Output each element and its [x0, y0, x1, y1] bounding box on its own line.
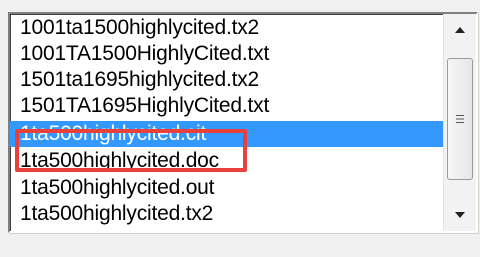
- list-item[interactable]: 1501ta1695highlycited.tx2: [10, 67, 444, 93]
- file-list: 1001ta1500highlycited.tx2 1001TA1500High…: [10, 14, 444, 231]
- scrollbar-thumb[interactable]: [447, 58, 473, 180]
- scroll-down-arrow-icon: [455, 212, 465, 218]
- list-item[interactable]: 1001ta1500highlycited.tx2: [10, 15, 444, 41]
- list-item[interactable]: 1ta500highlycited.out: [10, 175, 444, 201]
- scroll-down-button[interactable]: [446, 201, 474, 229]
- scroll-up-arrow-icon: [455, 27, 465, 33]
- file-listbox[interactable]: 1001ta1500highlycited.tx2 1001TA1500High…: [8, 12, 478, 233]
- scroll-up-button[interactable]: [446, 16, 474, 44]
- list-item[interactable]: 1001TA1500HighlyCited.txt: [10, 41, 444, 67]
- list-item[interactable]: 1ta500highlycited.tx2: [10, 201, 444, 227]
- grip-icon: [456, 115, 464, 123]
- vertical-scrollbar[interactable]: [443, 14, 476, 231]
- list-item[interactable]: 1501TA1695HighlyCited.txt: [10, 93, 444, 119]
- list-item[interactable]: 1ta500highlycited.doc: [10, 148, 444, 174]
- list-item-selected[interactable]: 1ta500highlycited.cit: [10, 121, 444, 147]
